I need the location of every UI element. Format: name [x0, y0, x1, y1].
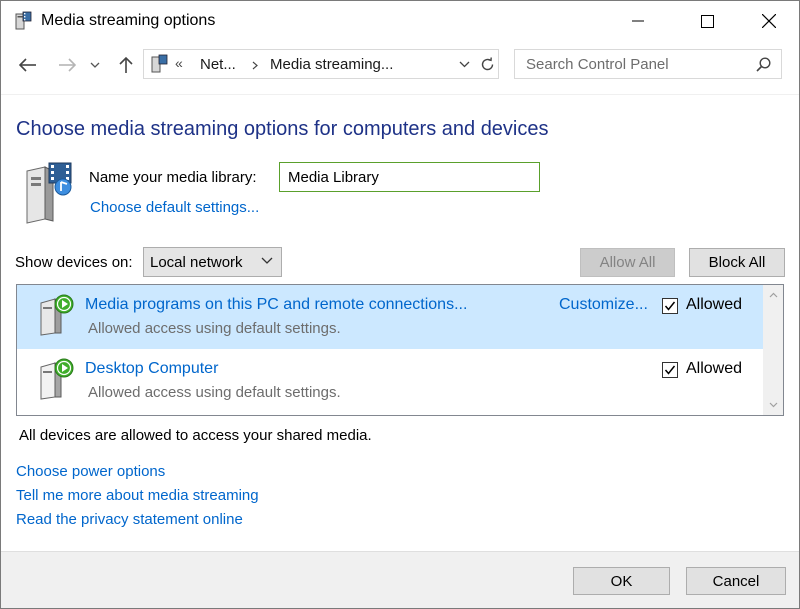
cancel-button[interactable]: Cancel: [686, 567, 786, 595]
device-name[interactable]: Media programs on this PC and remote con…: [85, 296, 467, 314]
device-row-desktop-computer[interactable]: Desktop Computer Allowed access using de…: [17, 349, 763, 413]
customize-link[interactable]: Customize...: [559, 296, 648, 314]
show-devices-dropdown[interactable]: Local network: [143, 247, 282, 277]
device-row-media-programs[interactable]: Media programs on this PC and remote con…: [17, 285, 763, 349]
allowed-checkbox[interactable]: [662, 298, 678, 314]
maximize-icon: [700, 14, 714, 28]
checkmark-icon: [664, 301, 676, 311]
forward-button[interactable]: [53, 51, 81, 79]
search-icon[interactable]: [756, 57, 771, 72]
search-input[interactable]: [515, 50, 745, 78]
chevron-down-icon: [261, 257, 273, 264]
summary-text: All devices are allowed to access your s…: [19, 427, 372, 444]
minimize-icon: [632, 20, 644, 22]
up-button[interactable]: [112, 51, 140, 79]
device-list-scrollbar[interactable]: [763, 285, 783, 415]
back-arrow-icon: [19, 58, 36, 72]
device-status: Allowed access using default settings.: [88, 384, 341, 401]
search-box[interactable]: [514, 49, 782, 79]
choose-default-settings-link[interactable]: Choose default settings...: [90, 199, 259, 216]
media-device-icon: [40, 294, 74, 336]
device-list[interactable]: Media programs on this PC and remote con…: [16, 284, 784, 416]
allowed-checkbox[interactable]: [662, 362, 678, 378]
computer-device-icon: [40, 358, 74, 400]
block-all-button[interactable]: Block All: [689, 248, 785, 277]
minimize-button[interactable]: [615, 1, 661, 41]
up-arrow-icon: [119, 56, 133, 73]
allowed-label: Allowed: [686, 296, 743, 313]
device-status: Allowed access using default settings.: [88, 320, 341, 337]
close-button[interactable]: [746, 1, 792, 41]
device-name[interactable]: Desktop Computer: [85, 360, 218, 378]
breadcrumb-overflow[interactable]: «: [175, 55, 183, 71]
chevron-down-icon: [90, 62, 100, 68]
show-devices-value: Local network: [150, 254, 243, 271]
address-bar[interactable]: « Net... Media streaming...: [143, 49, 499, 79]
media-library-icon: [26, 162, 72, 224]
title-bar[interactable]: Media streaming options: [1, 1, 799, 41]
chevron-down-icon: [459, 61, 469, 67]
address-history-button[interactable]: [454, 50, 474, 78]
back-button[interactable]: [14, 51, 42, 79]
library-name-label: Name your media library:: [89, 169, 257, 186]
checkmark-icon: [664, 365, 676, 375]
breadcrumb-separator-icon: [252, 61, 258, 70]
privacy-statement-link[interactable]: Read the privacy statement online: [16, 511, 243, 528]
page-heading: Choose media streaming options for compu…: [16, 118, 549, 140]
ok-button[interactable]: OK: [573, 567, 670, 595]
refresh-button[interactable]: [476, 50, 498, 78]
control-panel-location-icon: [151, 54, 168, 73]
dialog-footer: OK Cancel: [1, 551, 799, 608]
divider: [1, 94, 799, 95]
power-options-link[interactable]: Choose power options: [16, 463, 165, 480]
media-streaming-app-icon: [15, 11, 32, 30]
recent-locations-button[interactable]: [85, 51, 105, 79]
allowed-label: Allowed: [686, 360, 743, 377]
chevron-down-icon: [769, 402, 777, 408]
refresh-icon: [481, 56, 493, 70]
media-streaming-window: Media streaming options « Net... Media s…: [0, 0, 800, 609]
allow-all-button[interactable]: Allow All: [580, 248, 675, 277]
library-name-field[interactable]: [279, 162, 540, 192]
forward-arrow-icon: [59, 58, 76, 72]
breadcrumb-media-streaming[interactable]: Media streaming...: [270, 56, 393, 73]
maximize-button[interactable]: [684, 1, 730, 41]
window-title: Media streaming options: [41, 12, 216, 29]
close-icon: [762, 14, 776, 28]
show-devices-label: Show devices on:: [15, 254, 133, 271]
scroll-up-button[interactable]: [763, 285, 783, 305]
media-streaming-info-link[interactable]: Tell me more about media streaming: [16, 487, 259, 504]
scroll-down-button[interactable]: [763, 395, 783, 415]
breadcrumb-network[interactable]: Net...: [200, 56, 236, 73]
chevron-up-icon: [769, 292, 777, 298]
